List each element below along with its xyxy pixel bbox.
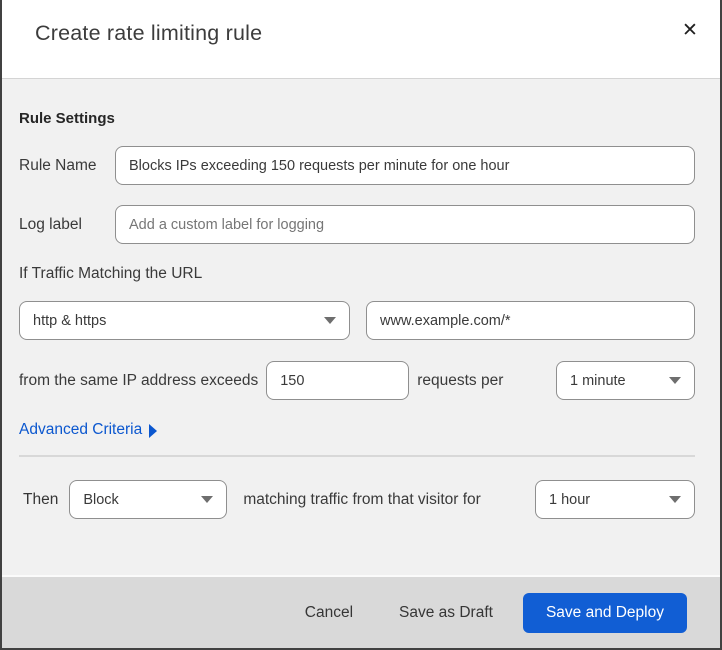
- cancel-button[interactable]: Cancel: [305, 604, 353, 622]
- log-label-input[interactable]: [115, 205, 695, 244]
- action-row: Then Block matching traffic from that vi…: [19, 480, 695, 519]
- rule-name-input[interactable]: [115, 146, 695, 185]
- period-select-value: 1 minute: [570, 372, 626, 389]
- rate-limit-modal: Create rate limiting rule ✕ Rule Setting…: [0, 0, 722, 650]
- modal-title: Create rate limiting rule: [35, 21, 263, 45]
- chevron-down-icon: [324, 317, 336, 324]
- scheme-select-value: http & https: [33, 312, 107, 329]
- action-middle-text: matching traffic from that visitor for: [243, 490, 481, 508]
- request-count-input[interactable]: [266, 361, 410, 400]
- duration-select[interactable]: 1 hour: [535, 480, 695, 519]
- advanced-criteria-label: Advanced Criteria: [19, 421, 143, 438]
- save-and-deploy-button[interactable]: Save and Deploy: [522, 592, 687, 633]
- modal-body: Rule Settings Rule Name Log label If Tra…: [2, 79, 720, 575]
- log-label-label: Log label: [19, 215, 82, 233]
- log-label-row: Log label: [19, 205, 695, 244]
- chevron-right-icon: [149, 424, 158, 438]
- threshold-row: from the same IP address exceeds request…: [19, 361, 695, 400]
- save-as-draft-button[interactable]: Save as Draft: [399, 604, 493, 622]
- threshold-prefix-text: from the same IP address exceeds: [19, 371, 259, 389]
- modal-footer: Cancel Save as Draft Save and Deploy: [2, 575, 720, 648]
- modal-header: Create rate limiting rule ✕: [2, 0, 720, 79]
- scheme-select[interactable]: http & https: [19, 301, 350, 340]
- section-divider: [19, 455, 695, 457]
- url-pattern-input[interactable]: [366, 301, 695, 340]
- then-label: Then: [23, 490, 59, 508]
- action-select-value: Block: [83, 491, 119, 508]
- period-select[interactable]: 1 minute: [556, 361, 695, 400]
- chevron-down-icon: [201, 496, 214, 503]
- threshold-middle-text: requests per: [417, 371, 504, 389]
- rule-name-label: Rule Name: [19, 156, 97, 174]
- traffic-match-heading: If Traffic Matching the URL: [19, 265, 203, 282]
- rule-name-row: Rule Name: [19, 146, 695, 185]
- action-select[interactable]: Block: [69, 480, 228, 519]
- duration-select-value: 1 hour: [549, 491, 591, 508]
- advanced-criteria-link[interactable]: Advanced Criteria: [19, 421, 158, 439]
- chevron-down-icon: [669, 377, 681, 384]
- close-icon[interactable]: ✕: [676, 16, 704, 44]
- chevron-down-icon: [669, 496, 681, 503]
- rule-settings-heading: Rule Settings: [19, 110, 115, 127]
- traffic-match-row: http & https: [19, 301, 695, 340]
